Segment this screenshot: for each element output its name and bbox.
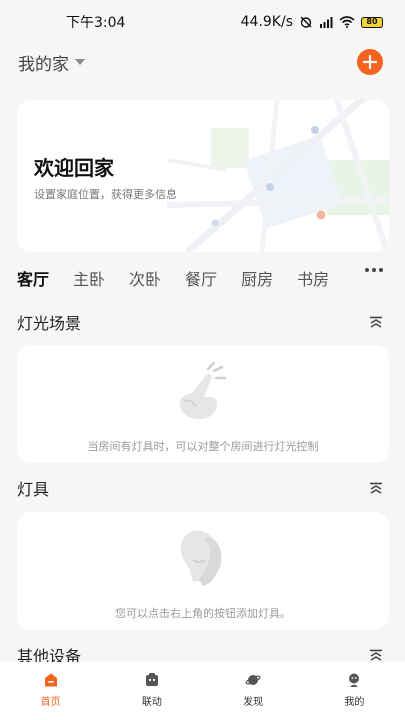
tab-room-study[interactable]: 书房 — [297, 266, 329, 290]
tab-room-kitchen[interactable]: 厨房 — [241, 266, 273, 290]
collapse-icon[interactable] — [369, 649, 383, 661]
tab-discover[interactable]: 发现 — [223, 672, 283, 720]
lightbulb-icon — [180, 530, 222, 586]
header: 我的家 — [0, 44, 405, 80]
signal-icon — [320, 17, 333, 28]
collapse-icon[interactable] — [369, 482, 383, 494]
scenes-empty-text: 当房间有灯具时，可以对整个房间进行灯光控制 — [87, 440, 319, 453]
tab-automation[interactable]: 联动 — [122, 672, 182, 720]
lights-empty-text: 您可以点击右上角的按钮添加灯具。 — [115, 607, 291, 620]
welcome-subtitle: 设置家庭位置，获得更多信息 — [34, 188, 177, 201]
plus-icon — [363, 55, 377, 69]
home-icon — [44, 673, 57, 687]
home-selector[interactable]: 我的家 — [18, 50, 85, 75]
tab-room-dining-room[interactable]: 餐厅 — [185, 266, 217, 290]
scenes-section-header: 灯光场景 — [0, 310, 405, 334]
collapse-icon[interactable] — [369, 316, 383, 328]
status-bar: 下午3:04 44.9K/s 80 — [0, 0, 405, 44]
chevron-down-icon — [75, 59, 85, 65]
tab-label: 首页 — [40, 697, 61, 708]
tab-label: 我的 — [344, 697, 365, 708]
battery-icon: 80 — [361, 16, 383, 28]
welcome-title: 欢迎回家 — [34, 156, 114, 180]
bottom-tab-bar: 首页 联动 发现 我的 — [0, 662, 405, 720]
tab-profile[interactable]: 我的 — [324, 672, 384, 720]
tab-home[interactable]: 首页 — [21, 672, 81, 720]
discover-planet-icon — [245, 675, 261, 685]
welcome-card[interactable]: 欢迎回家 设置家庭位置，获得更多信息 — [17, 100, 389, 252]
status-indicators: 44.9K/s 80 — [241, 14, 383, 30]
tab-room-master-bedroom[interactable]: 主卧 — [73, 266, 105, 290]
tab-label: 联动 — [141, 697, 162, 708]
automation-icon — [145, 673, 158, 686]
network-speed: 44.9K/s — [240, 14, 293, 30]
section-title: 灯具 — [17, 480, 50, 499]
section-title: 灯光场景 — [17, 314, 82, 333]
alarm-off-icon — [300, 16, 312, 28]
more-rooms-icon[interactable] — [365, 268, 383, 272]
tab-room-living-room[interactable]: 客厅 — [17, 266, 49, 290]
status-time: 下午3:04 — [66, 15, 126, 31]
add-device-button[interactable] — [357, 49, 383, 75]
wifi-icon — [339, 16, 355, 28]
lights-section-header: 灯具 — [0, 476, 405, 500]
scenes-empty-card: 当房间有灯具时，可以对整个房间进行灯光控制 — [17, 345, 389, 463]
home-name: 我的家 — [18, 54, 69, 75]
room-tabs: 客厅 主卧 次卧 餐厅 厨房 书房 — [0, 262, 405, 294]
tab-room-second-bedroom[interactable]: 次卧 — [129, 266, 161, 290]
map-illustration — [167, 100, 389, 252]
lights-empty-card: 您可以点击右上角的按钮添加灯具。 — [17, 512, 389, 630]
profile-icon — [349, 673, 360, 687]
tab-label: 发现 — [243, 697, 264, 708]
hand-tap-icon — [179, 361, 227, 420]
